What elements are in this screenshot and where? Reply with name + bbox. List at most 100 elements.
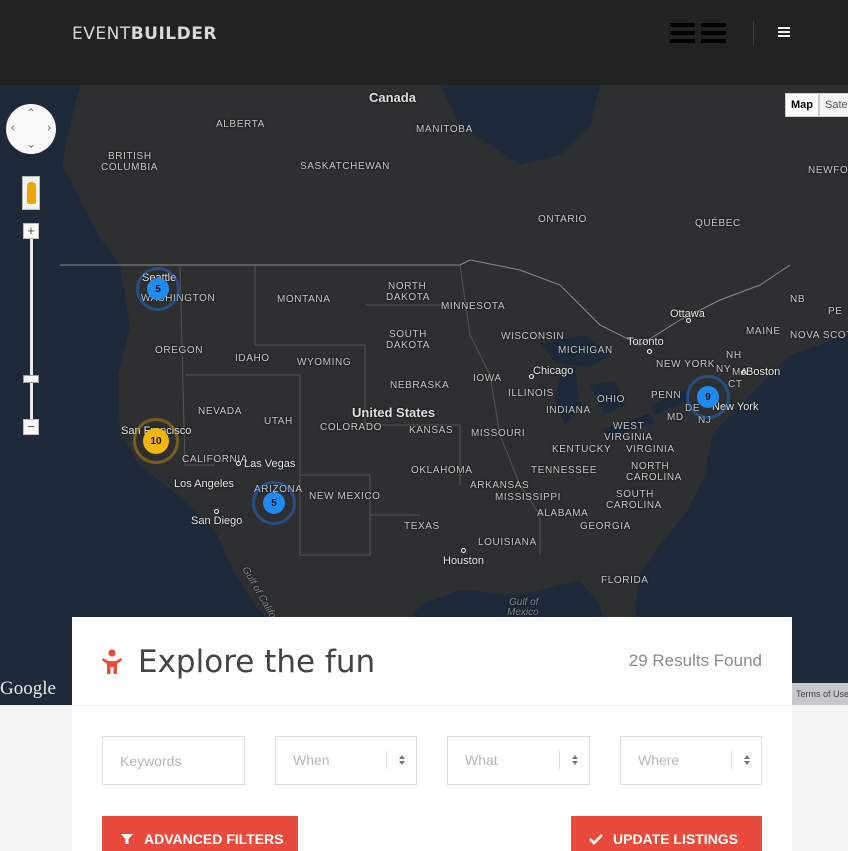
map-label: ALBERTA [216, 119, 265, 130]
map-label: VIRGINIA [626, 444, 675, 455]
map-label: FLORIDA [601, 575, 649, 586]
map-label: SOUTH [616, 489, 654, 500]
map-label: DAKOTA [386, 292, 430, 303]
map-label: CAROLINA [606, 500, 662, 511]
map-label: IOWA [473, 373, 502, 384]
map-label: MANITOBA [416, 124, 473, 135]
map-label: NEVADA [198, 406, 242, 417]
city-marker [236, 461, 241, 466]
map-label: ILLINOIS [508, 388, 554, 399]
map-label: OKLAHOMA [411, 465, 473, 476]
map-pan-control[interactable]: ⌃ ⌃ ⌃ ⌃ [6, 104, 56, 154]
when-select-label: When [293, 752, 330, 768]
map-label: TENNESSEE [531, 465, 597, 476]
map-label: ALABAMA [537, 508, 589, 519]
update-listings-label: UPDATE LISTINGS [613, 831, 738, 847]
map-label: OREGON [155, 345, 204, 356]
event-cluster-marker[interactable]: 5 [136, 267, 180, 311]
city-label: Boston [746, 366, 781, 378]
keywords-field[interactable] [102, 736, 245, 785]
map-label: CAROLINA [626, 472, 682, 483]
zoom-slider-handle[interactable] [23, 375, 39, 383]
cluster-count: 10 [143, 428, 169, 454]
map-label: NORTH [388, 281, 427, 292]
map-label: NORTH [631, 461, 670, 472]
pan-left-icon[interactable]: ⌃ [9, 123, 23, 133]
map-label: VIRGINIA [604, 432, 653, 443]
map-type-map-button[interactable]: Map [785, 93, 819, 117]
city-label: Los Angeles [174, 478, 234, 490]
zoom-in-button[interactable]: + [23, 223, 39, 239]
cluster-count: 5 [147, 278, 169, 300]
what-select[interactable]: What [447, 736, 590, 785]
terms-link[interactable]: Terms of Use [792, 683, 848, 705]
map-label: NEWFOUNDLAND [808, 165, 848, 176]
map-label: QUÉBEC [695, 218, 741, 229]
map-label: MISSISSIPPI [495, 492, 562, 503]
event-cluster-marker[interactable]: 9 [686, 375, 730, 419]
where-select[interactable]: Where [620, 736, 762, 785]
map-label: WISCONSIN [501, 331, 565, 342]
list-grid-view-icon[interactable] [670, 23, 726, 43]
person-icon [102, 649, 122, 674]
pan-down-icon[interactable]: ⌃ [26, 136, 36, 150]
event-cluster-marker[interactable]: 5 [252, 481, 296, 525]
when-select[interactable]: When [275, 736, 417, 785]
select-arrows-icon [731, 751, 761, 769]
city-marker [214, 509, 219, 514]
panel-header: Explore the fun 29 Results Found [72, 617, 792, 706]
explore-panel: Explore the fun 29 Results Found When Wh… [72, 617, 792, 851]
update-listings-button[interactable]: UPDATE LISTINGS [571, 816, 762, 851]
city-label: Ottawa [670, 308, 705, 320]
select-arrows-icon [386, 751, 416, 769]
city-label: Las Vegas [244, 458, 296, 470]
top-header: EVENTBUILDER [0, 0, 848, 85]
what-select-label: What [465, 752, 498, 768]
zoom-slider-track[interactable] [30, 239, 33, 419]
map-label: LOUISIANA [478, 537, 537, 548]
logo-text-light: EVENT [72, 24, 131, 44]
cluster-count: 5 [263, 492, 285, 514]
cluster-count: 9 [697, 386, 719, 408]
map-label: INDIANA [546, 405, 591, 416]
advanced-filters-label: ADVANCED FILTERS [144, 831, 284, 847]
map-label: BRITISH [108, 151, 152, 162]
advanced-filters-button[interactable]: ADVANCED FILTERS [102, 816, 298, 851]
street-view-pegman-icon[interactable] [22, 176, 40, 210]
map-label: United States [352, 405, 436, 420]
map-label: MD [667, 412, 684, 423]
map-type-satellite-button[interactable]: Satellite [819, 93, 848, 117]
keywords-input[interactable] [120, 753, 244, 769]
map-label: KENTUCKY [552, 444, 612, 455]
map-label: NY [716, 364, 732, 375]
city-marker [461, 548, 466, 553]
events-map[interactable]: Canada United States ALBERTA BRITISH COL… [0, 85, 848, 705]
hamburger-menu-icon[interactable] [778, 27, 790, 37]
map-label: ONTARIO [538, 214, 588, 225]
map-label: MAINE [746, 326, 781, 337]
city-marker [647, 349, 652, 354]
map-label: MINNESOTA [441, 301, 506, 312]
zoom-out-button[interactable]: − [23, 419, 39, 435]
pan-up-icon[interactable]: ⌃ [26, 106, 36, 120]
event-builder-logo[interactable]: EVENTBUILDER [72, 24, 217, 44]
header-divider [753, 21, 754, 45]
map-label: NB [790, 294, 806, 305]
map-label: Canada [369, 90, 416, 105]
pan-right-icon[interactable]: ⌃ [39, 123, 53, 133]
map-label: OHIO [597, 394, 625, 405]
map-label: PENN [651, 390, 682, 401]
logo-text-bold: BUILDER [130, 24, 217, 44]
map-label: COLUMBIA [101, 162, 159, 173]
map-label: NH [726, 350, 742, 361]
map-label: NOVA SCOT [790, 330, 848, 341]
map-label: DAKOTA [386, 340, 430, 351]
map-label: IDAHO [235, 353, 270, 364]
map-label: GEORGIA [580, 521, 631, 532]
map-label: PE [828, 306, 843, 317]
map-label: MICHIGAN [558, 345, 613, 356]
event-cluster-marker[interactable]: 10 [133, 418, 179, 464]
where-select-label: Where [638, 752, 680, 768]
filter-icon [121, 834, 133, 844]
city-label: Houston [443, 555, 484, 567]
